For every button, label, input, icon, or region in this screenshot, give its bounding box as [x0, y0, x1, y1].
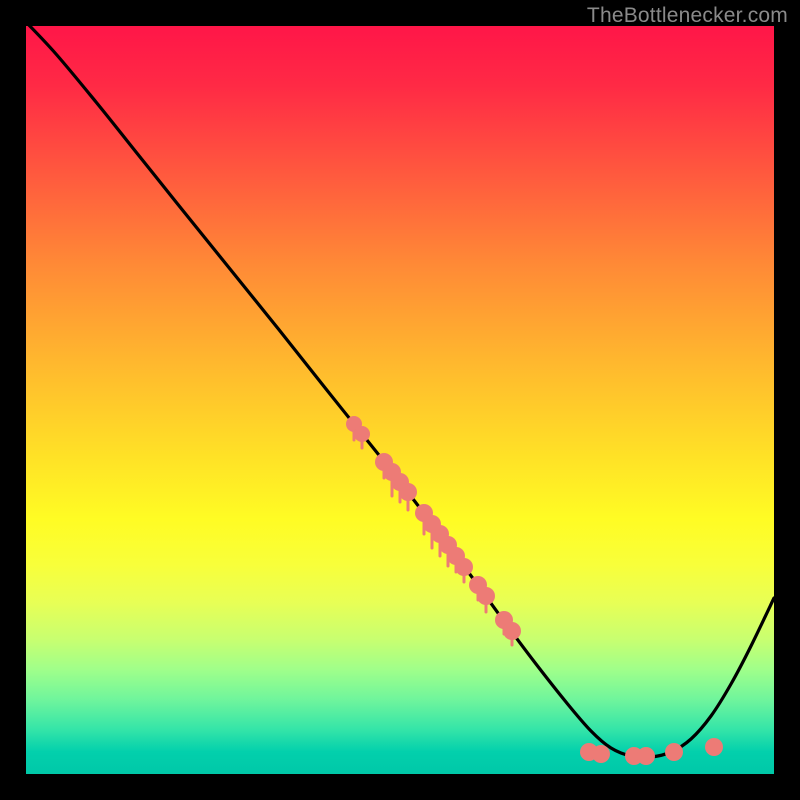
data-marker [637, 747, 655, 765]
watermark-text: TheBottlenecker.com [587, 4, 788, 28]
data-markers-group [346, 416, 723, 765]
data-marker [399, 483, 417, 501]
data-marker [455, 558, 473, 576]
plot-area [26, 26, 774, 774]
chart-container: TheBottlenecker.com [0, 0, 800, 800]
chart-svg [26, 26, 774, 774]
data-marker [705, 738, 723, 756]
bottleneck-curve [26, 26, 774, 757]
data-marker [477, 587, 495, 605]
data-marker [665, 743, 683, 761]
data-marker [503, 622, 521, 640]
data-marker [592, 745, 610, 763]
data-marker [354, 426, 370, 442]
